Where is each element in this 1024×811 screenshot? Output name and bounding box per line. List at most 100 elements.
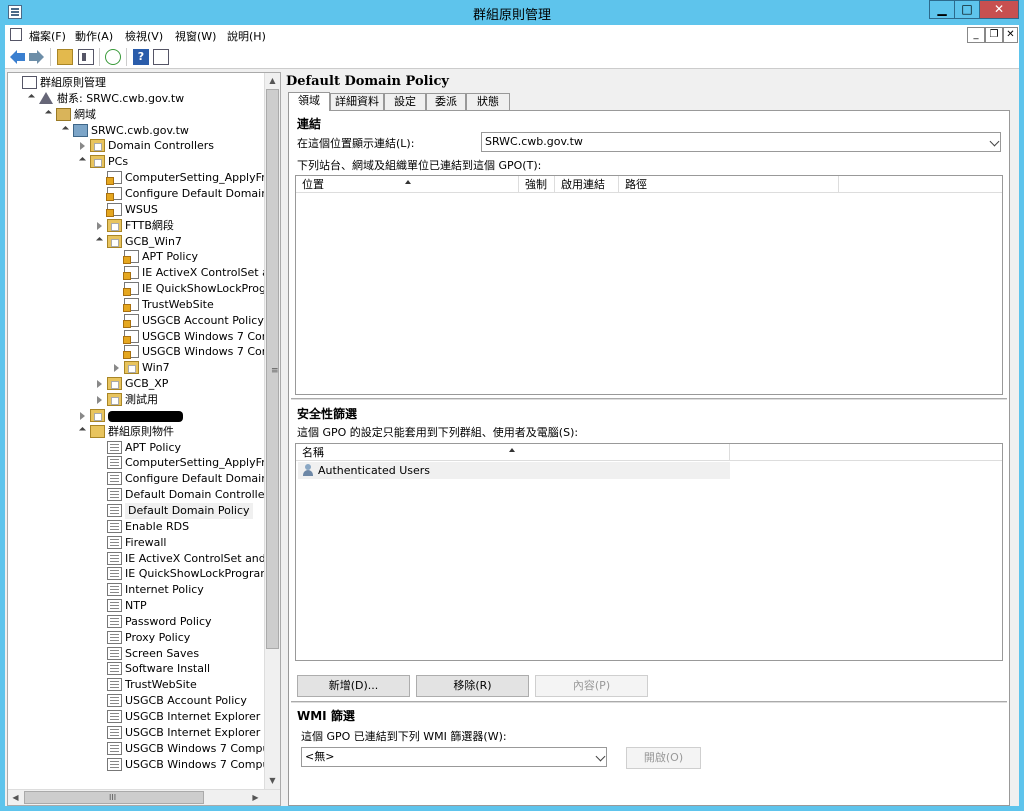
collapsed-arrow-icon[interactable]: [97, 380, 102, 389]
title-bar[interactable]: 群組原則管理 ▁ □ ✕: [0, 0, 1024, 25]
tree-node[interactable]: IE QuickShowLockProgram: [8, 281, 280, 297]
column-path[interactable]: 路徑: [619, 176, 839, 193]
scroll-up-arrow-icon[interactable]: ▲: [265, 73, 280, 89]
tree-node[interactable]: SRWC.cwb.gov.tw: [8, 123, 264, 139]
security-filter-list[interactable]: 名稱 Authenticated Users: [295, 443, 1003, 661]
open-button[interactable]: 開啟(O): [626, 747, 701, 769]
tree-node[interactable]: ComputerSetting_ApplyFrequ: [8, 455, 280, 471]
tree-node[interactable]: USGCB Internet Explorer 8 Cor: [8, 709, 280, 725]
tree-node[interactable]: TrustWebSite: [8, 677, 264, 693]
tree-node[interactable]: Default Domain Policy: [8, 502, 264, 519]
column-name[interactable]: 名稱: [296, 444, 730, 461]
properties-button[interactable]: 內容(P): [535, 675, 648, 697]
location-combobox[interactable]: SRWC.cwb.gov.tw: [481, 132, 1001, 152]
column-location[interactable]: 位置: [296, 176, 519, 193]
tree-node[interactable]: IE QuickShowLockProgram: [8, 566, 271, 582]
scroll-down-arrow-icon[interactable]: ▼: [265, 773, 280, 789]
tab-status[interactable]: 狀態: [466, 93, 510, 110]
tree-node[interactable]: PCs: [8, 154, 264, 170]
close-button[interactable]: ✕: [979, 0, 1019, 19]
tree-node[interactable]: USGCB Windows 7 Compu: [8, 329, 280, 345]
section-divider[interactable]: [291, 398, 1007, 401]
tree-node[interactable]: APT Policy: [8, 440, 264, 456]
tree-node[interactable]: Password Policy: [8, 614, 264, 630]
tab-details[interactable]: 詳細資料: [330, 93, 384, 110]
tree-node[interactable]: Configure Default Domain: [8, 471, 268, 487]
collapsed-arrow-icon[interactable]: [80, 411, 85, 420]
mdi-minimize-button[interactable]: _: [967, 27, 985, 43]
wmi-filter-combobox[interactable]: <無>: [301, 747, 607, 767]
collapsed-arrow-icon[interactable]: [114, 364, 119, 373]
tree-node[interactable]: GCB_XP: [8, 376, 264, 392]
tree-node[interactable]: USGCB Internet Explorer 8 Use: [8, 725, 280, 741]
menu-window[interactable]: 視窗(W): [175, 28, 216, 44]
tree-node[interactable]: Proxy Policy: [8, 630, 264, 646]
tree-node[interactable]: Internet Policy: [8, 582, 264, 598]
menu-action[interactable]: 動作(A): [75, 28, 113, 44]
properties-icon[interactable]: [153, 49, 169, 65]
tree-node[interactable]: NTP: [8, 598, 264, 614]
tree-node[interactable]: ComputerSetting_ApplyFrequ: [8, 170, 280, 186]
tree-node[interactable]: Firewall: [8, 535, 264, 551]
mdi-restore-button[interactable]: ❐: [985, 27, 1003, 43]
column-enforced[interactable]: 強制: [519, 176, 555, 193]
tree-node[interactable]: FTTB網段: [8, 218, 264, 234]
tree-horizontal-scrollbar[interactable]: ◀ III ▶: [8, 789, 280, 805]
tree-node[interactable]: USGCB Windows 7 Compu: [8, 344, 280, 360]
minimize-button[interactable]: ▁: [929, 0, 955, 19]
collapsed-arrow-icon[interactable]: [97, 396, 102, 404]
tab-scope[interactable]: 領域: [288, 92, 330, 111]
tree-hscroll-thumb[interactable]: III: [24, 791, 204, 804]
expanded-arrow-icon[interactable]: [61, 125, 70, 133]
up-folder-icon[interactable]: [57, 49, 73, 65]
console-tree[interactable]: 群組原則管理 樹系: SRWC.cwb.gov.tw 網域 SRWC.cwb.gov.…: [7, 72, 281, 806]
menu-view[interactable]: 檢視(V): [125, 28, 163, 44]
expanded-arrow-icon[interactable]: [44, 109, 53, 117]
scroll-left-arrow-icon[interactable]: ◀: [8, 790, 23, 805]
tree-node[interactable]: 樹系: SRWC.cwb.gov.tw: [8, 91, 264, 107]
tree-node[interactable]: 群組原則管理: [8, 75, 264, 91]
mdi-document-icon[interactable]: [10, 28, 22, 41]
tree-node[interactable]: Enable RDS: [8, 519, 264, 535]
security-list-row[interactable]: Authenticated Users: [298, 462, 730, 479]
tree-node[interactable]: Default Domain Controllers Po: [8, 487, 280, 503]
menu-file[interactable]: 檔案(F): [29, 28, 66, 44]
tree-node[interactable]: Domain Controllers: [8, 138, 264, 154]
tree-node[interactable]: Win7: [8, 360, 264, 376]
back-arrow-icon[interactable]: [10, 49, 26, 65]
tree-node[interactable]: IE ActiveX ControlSet and C: [8, 265, 280, 281]
tree-node[interactable]: Software Install: [8, 661, 264, 677]
tree-node[interactable]: IE ActiveX ControlSet and Coo: [8, 551, 280, 567]
expanded-arrow-icon[interactable]: [27, 93, 36, 101]
mdi-close-button[interactable]: ✕: [1003, 27, 1018, 43]
add-button[interactable]: 新增(D)...: [297, 675, 410, 697]
column-link-enabled[interactable]: 啟用連結: [555, 176, 619, 193]
tab-settings[interactable]: 設定: [384, 93, 426, 110]
tree-node[interactable]: GCB_Win7: [8, 234, 264, 250]
tree-node[interactable]: Configure Default Domain: [8, 186, 268, 202]
expanded-arrow-icon[interactable]: [78, 426, 87, 434]
links-list[interactable]: 位置 強制 啟用連結 路徑: [295, 175, 1003, 395]
tree-vertical-scrollbar[interactable]: ▲ ≡ ▼: [264, 73, 280, 789]
tree-node[interactable]: USGCB Windows 7 Computer: [8, 757, 280, 773]
maximize-button[interactable]: □: [954, 0, 980, 19]
menu-help[interactable]: 說明(H): [227, 28, 266, 44]
tree-node[interactable]: 群組原則物件: [8, 424, 264, 440]
collapsed-arrow-icon[interactable]: [97, 221, 102, 230]
tree-node[interactable]: USGCB Windows 7 Computer: [8, 741, 280, 757]
tree-node[interactable]: 網域: [8, 107, 264, 123]
tree-node[interactable]: APT Policy: [8, 249, 264, 265]
tree-node[interactable]: 測試用: [8, 392, 264, 408]
refresh-icon[interactable]: [105, 49, 121, 65]
show-hide-console-tree-icon[interactable]: [78, 49, 94, 65]
remove-button[interactable]: 移除(R): [416, 675, 529, 697]
help-icon[interactable]: ?: [133, 49, 149, 65]
tree-node[interactable]: Screen Saves: [8, 646, 264, 662]
tree-node[interactable]: TrustWebSite: [8, 297, 264, 313]
expanded-arrow-icon[interactable]: [95, 236, 104, 244]
scroll-right-arrow-icon[interactable]: ▶: [248, 790, 263, 805]
tree-node[interactable]: [8, 408, 264, 424]
tree-node[interactable]: USGCB Account Policy: [8, 313, 264, 329]
forward-arrow-icon[interactable]: [28, 49, 44, 65]
tab-delegation[interactable]: 委派: [426, 93, 466, 110]
